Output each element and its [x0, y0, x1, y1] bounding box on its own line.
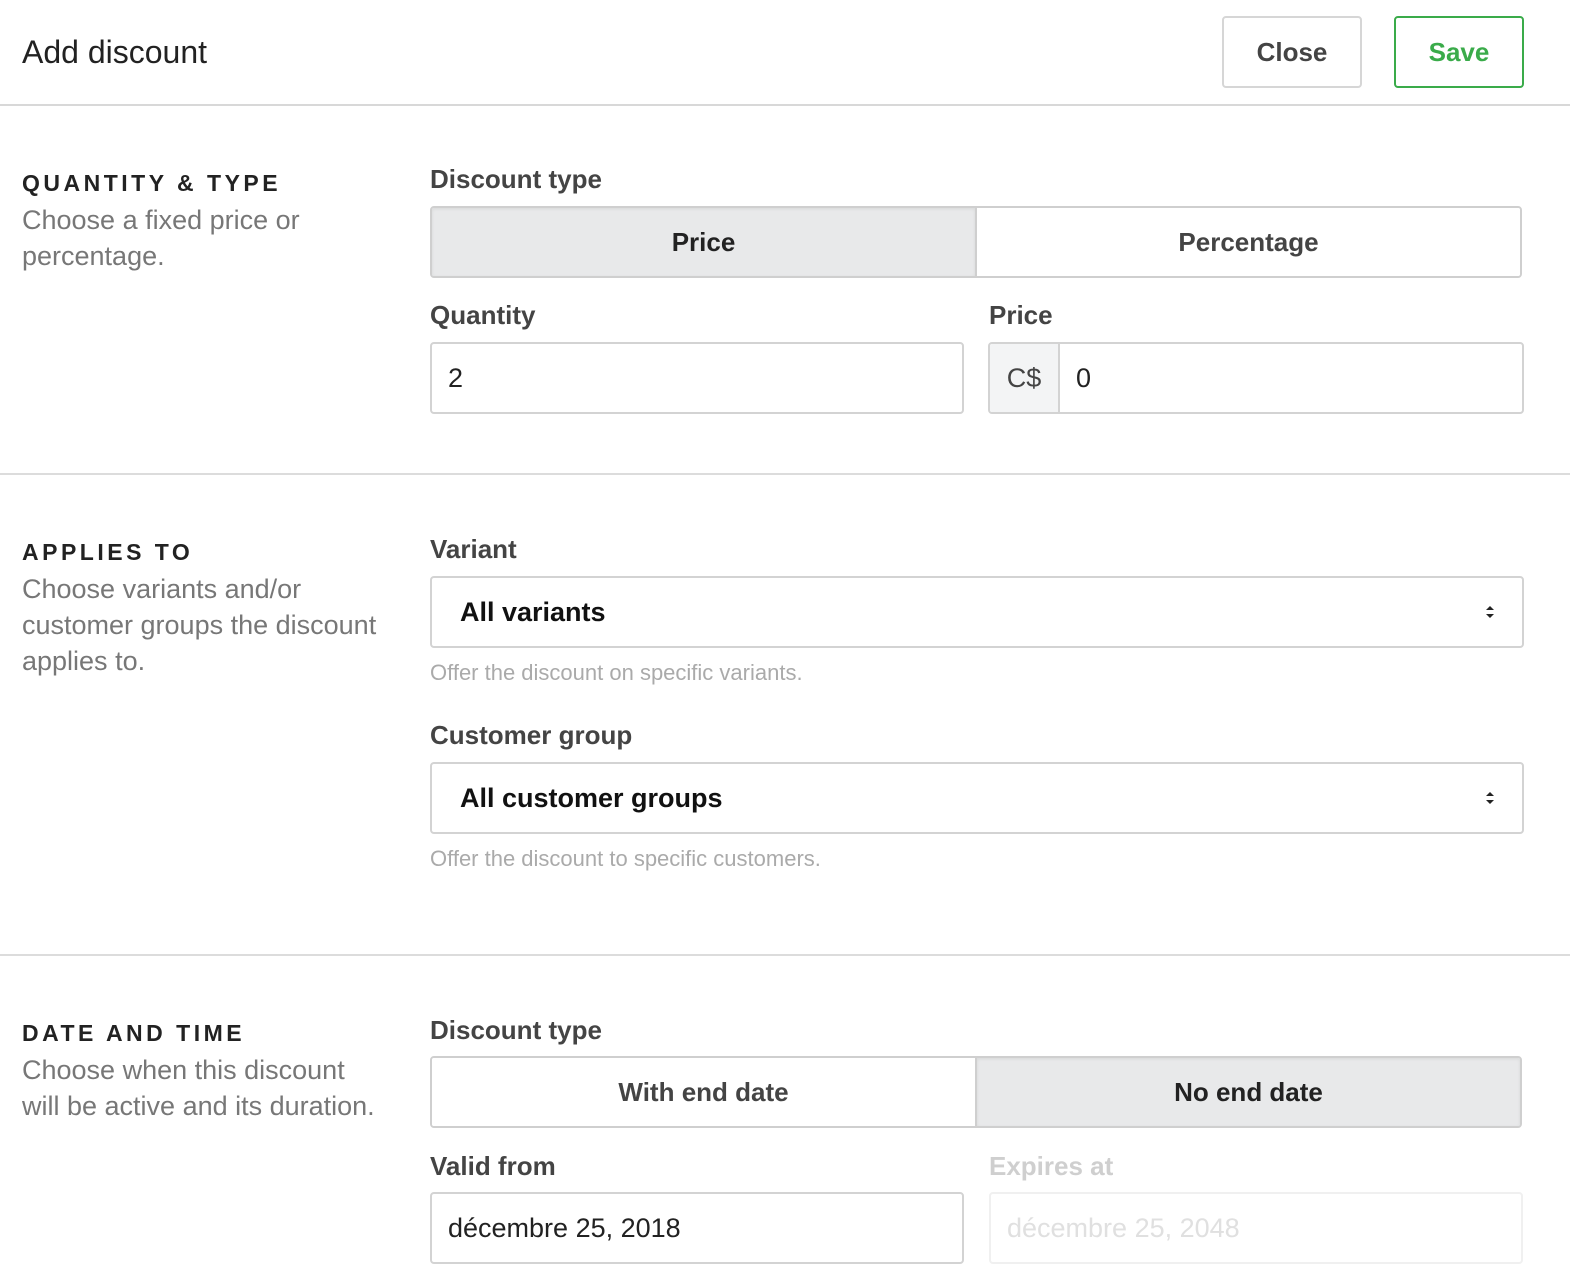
select-arrows-icon [1486, 792, 1494, 804]
expires-at-label: Expires at [989, 1151, 1114, 1181]
option-no-end-date[interactable]: No end date [975, 1058, 1520, 1126]
customer-group-selected-value: All customer groups [460, 782, 723, 813]
option-with-end-date[interactable]: With end date [432, 1058, 975, 1126]
price-input-group[interactable]: C$ 0 [988, 342, 1524, 414]
option-percentage[interactable]: Percentage [975, 208, 1520, 276]
currency-addon: C$ [990, 344, 1060, 412]
page-title: Add discount [22, 34, 208, 70]
quantity-input[interactable]: 2 [430, 342, 964, 414]
variant-selected-value: All variants [460, 596, 606, 627]
customer-group-help-text: Offer the discount to specific customers… [430, 846, 821, 871]
valid-from-value: décembre 25, 2018 [448, 1212, 681, 1243]
end-date-toggle: With end date No end date [430, 1056, 1522, 1128]
expires-at-value: décembre 25, 2048 [1007, 1212, 1240, 1243]
section-description-quantity-type: Choose a fixed price or percentage. [22, 205, 300, 271]
variant-select[interactable]: All variants [430, 576, 1524, 648]
section-divider [0, 473, 1570, 475]
discount-type-toggle: Price Percentage [430, 206, 1522, 278]
valid-from-label: Valid from [430, 1151, 556, 1181]
variant-label: Variant [430, 534, 517, 564]
price-label: Price [989, 300, 1053, 330]
expires-at-input: décembre 25, 2048 [989, 1192, 1523, 1264]
option-price[interactable]: Price [432, 208, 975, 276]
section-description-date-time: Choose when this discount will be active… [22, 1055, 375, 1121]
quantity-label: Quantity [430, 300, 536, 330]
customer-group-select[interactable]: All customer groups [430, 762, 1524, 834]
quantity-value: 2 [448, 362, 464, 393]
date-discount-type-label: Discount type [430, 1015, 602, 1045]
select-arrows-icon [1486, 606, 1494, 618]
modal-header: Add discount Close Save [0, 0, 1570, 106]
section-title-date-time: DATE AND TIME [22, 1020, 246, 1046]
customer-group-label: Customer group [430, 720, 633, 750]
price-input[interactable]: 0 [1060, 344, 1522, 412]
section-divider [0, 954, 1570, 956]
discount-type-label: Discount type [430, 164, 602, 194]
section-title-applies-to: APPLIES TO [22, 539, 194, 565]
valid-from-input[interactable]: décembre 25, 2018 [430, 1192, 964, 1264]
section-title-quantity-type: QUANTITY & TYPE [22, 170, 282, 196]
variant-help-text: Offer the discount on specific variants. [430, 660, 803, 685]
close-button[interactable]: Close [1222, 16, 1362, 88]
section-description-applies-to: Choose variants and/or customer groups t… [22, 574, 377, 676]
save-button[interactable]: Save [1394, 16, 1524, 88]
